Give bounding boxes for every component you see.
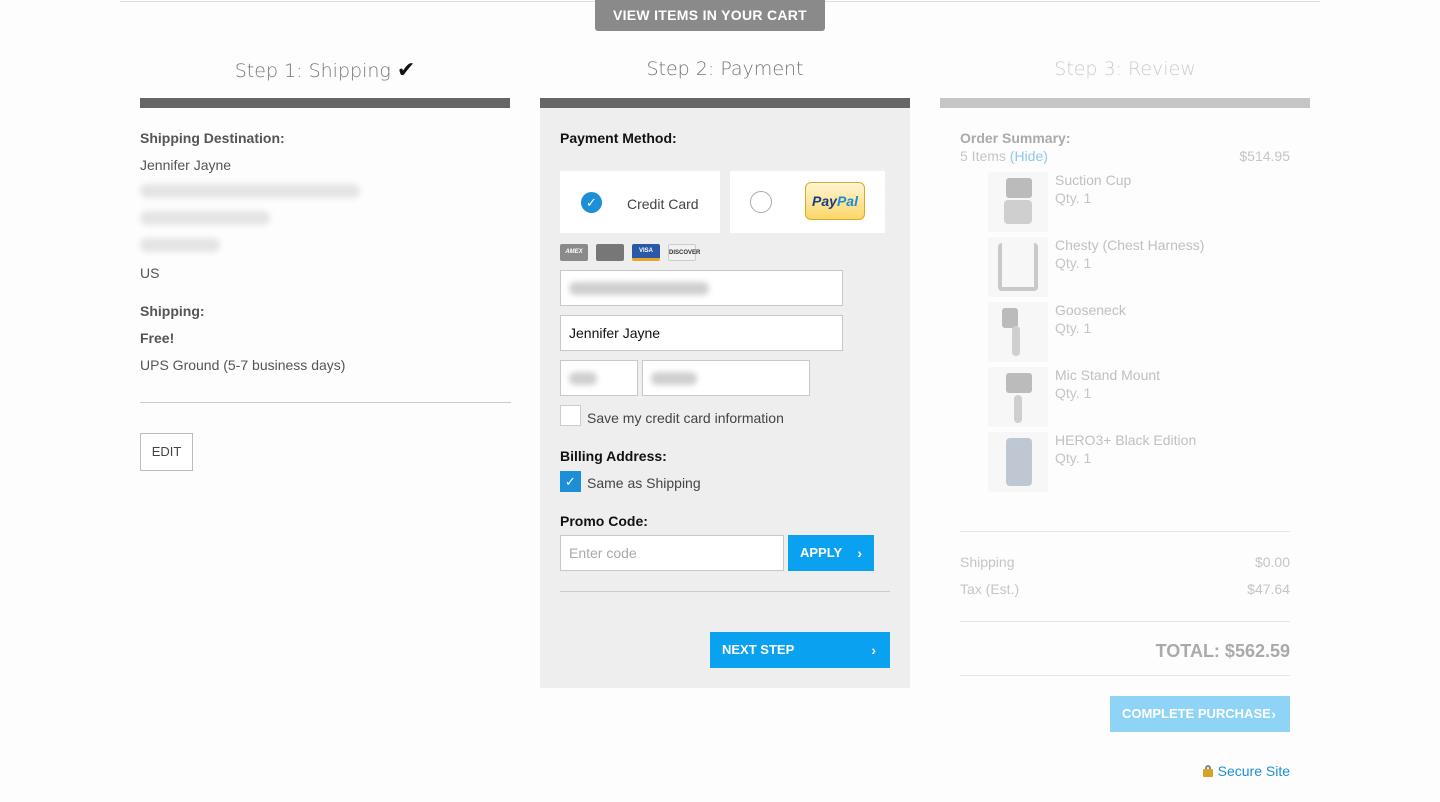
credit-card-option[interactable]: ✓ Credit Card	[560, 171, 720, 233]
step-3-progress-bar	[940, 98, 1310, 108]
step-2-progress-bar	[540, 98, 910, 108]
redacted-phone-line	[140, 238, 220, 252]
item-name: Mic Stand Mount	[1055, 367, 1161, 383]
checkout-page: VIEW ITEMS IN YOUR CART Step 1: Shipping…	[0, 0, 1440, 802]
promo-code-label: Promo Code:	[560, 513, 648, 529]
complete-purchase-button[interactable]: COMPLETE PURCHASE ›	[1110, 696, 1290, 732]
same-as-shipping-label[interactable]: Same as Shipping	[587, 475, 701, 491]
order-item: Chesty (Chest Harness) Qty. 1	[988, 237, 1288, 297]
redacted-city-line	[140, 211, 270, 225]
shipping-cost-label: Shipping	[960, 554, 1015, 570]
shipping-name: Jennifer Jayne	[140, 157, 232, 173]
paypal-logo: PayPal	[805, 182, 865, 220]
mastercard-card-icon	[596, 244, 624, 261]
shipping-country: US	[140, 265, 160, 281]
credit-card-label: Credit Card	[627, 196, 699, 212]
redacted-card-number	[569, 282, 709, 295]
order-item: Suction Cup Qty. 1	[988, 172, 1288, 232]
chevron-right-icon: ›	[871, 642, 876, 658]
shipping-method-label: Shipping:	[140, 303, 205, 319]
shipping-destination-label: Shipping Destination:	[140, 130, 285, 146]
shipping-divider	[140, 402, 511, 403]
gooseneck-thumbnail	[988, 302, 1048, 362]
paypal-option[interactable]: PayPal	[730, 171, 885, 233]
lock-icon	[1202, 765, 1213, 777]
shipping-cost-value: $0.00	[1254, 554, 1290, 570]
radio-empty-icon[interactable]	[750, 191, 772, 213]
redacted-cvv	[569, 372, 597, 385]
accepted-cards: AMEX VISA DISCOVER	[560, 244, 700, 261]
apply-promo-button[interactable]: APPLY ›	[788, 535, 874, 571]
item-name: Chesty (Chest Harness)	[1055, 237, 1205, 253]
chevron-right-icon: ›	[1271, 706, 1276, 722]
hide-items-link[interactable]: (Hide)	[1010, 148, 1048, 164]
item-qty: Qty. 1	[1055, 255, 1092, 271]
view-cart-button[interactable]: VIEW ITEMS IN YOUR CART	[595, 0, 825, 31]
complete-purchase-label: COMPLETE PURCHASE	[1122, 706, 1271, 721]
step-1-label: Step 1: Shipping	[234, 60, 391, 82]
summary-divider	[960, 621, 1290, 622]
order-item: Mic Stand Mount Qty. 1	[988, 367, 1288, 427]
item-name: HERO3+ Black Edition	[1055, 432, 1197, 448]
promo-code-input[interactable]: Enter code	[560, 535, 784, 571]
payment-method-label: Payment Method:	[560, 130, 677, 146]
visa-card-icon: VISA	[632, 244, 660, 261]
shipping-cost: Free!	[140, 330, 175, 346]
apply-label: APPLY	[800, 545, 843, 560]
step-1-progress-bar	[140, 98, 510, 108]
order-summary-label: Order Summary:	[960, 130, 1071, 146]
billing-address-label: Billing Address:	[560, 448, 667, 464]
radio-checked-icon[interactable]: ✓	[581, 192, 602, 213]
step-2-title: Step 2: Payment	[646, 58, 804, 80]
payment-divider	[560, 591, 890, 592]
order-item: Gooseneck Qty. 1	[988, 302, 1288, 362]
secure-site-label: Secure Site	[1217, 763, 1290, 779]
next-step-label: NEXT STEP	[722, 642, 795, 657]
same-as-shipping-checkbox[interactable]: ✓	[560, 471, 581, 492]
item-qty: Qty. 1	[1055, 190, 1092, 206]
order-item: HERO3+ Black Edition Qty. 1	[988, 432, 1288, 492]
summary-divider	[960, 675, 1290, 676]
summary-divider	[960, 531, 1290, 532]
tax-value: $47.64	[1247, 581, 1290, 597]
next-step-button[interactable]: NEXT STEP ›	[710, 632, 890, 668]
card-number-input[interactable]	[560, 270, 843, 306]
step-3-title: Step 3: Review	[1054, 58, 1196, 80]
cvv-input[interactable]	[560, 360, 638, 396]
mic-stand-mount-thumbnail	[988, 367, 1048, 427]
item-qty: Qty. 1	[1055, 320, 1092, 336]
save-card-checkbox[interactable]	[560, 405, 581, 426]
expiration-input[interactable]	[642, 360, 810, 396]
items-count: 5 Items (Hide)	[960, 148, 1048, 164]
hero3-thumbnail	[988, 432, 1048, 492]
shipping-method: UPS Ground (5-7 business days)	[140, 357, 346, 373]
item-name: Suction Cup	[1055, 172, 1132, 188]
discover-card-icon: DISCOVER	[668, 244, 700, 261]
suction-cup-thumbnail	[988, 172, 1048, 232]
edit-shipping-button[interactable]: EDIT	[140, 433, 193, 471]
item-qty: Qty. 1	[1055, 385, 1092, 401]
redacted-address-line	[140, 184, 360, 198]
redacted-expiration	[651, 372, 697, 385]
tax-label: Tax (Est.)	[960, 581, 1020, 597]
order-total: TOTAL: $562.59	[1155, 641, 1290, 661]
chest-harness-thumbnail	[988, 237, 1048, 297]
amex-card-icon: AMEX	[560, 244, 588, 261]
cardholder-name-input[interactable]: Jennifer Jayne	[560, 315, 843, 351]
checkmark-icon: ✔	[396, 58, 416, 83]
secure-site-link[interactable]: Secure Site	[1202, 763, 1290, 779]
item-qty: Qty. 1	[1055, 450, 1092, 466]
item-name: Gooseneck	[1055, 302, 1126, 318]
payment-panel: Payment Method: ✓ Credit Card PayPal AME…	[540, 108, 910, 688]
save-card-label[interactable]: Save my credit card information	[587, 410, 784, 426]
chevron-right-icon: ›	[857, 545, 862, 561]
items-subtotal: $514.95	[1239, 148, 1290, 164]
step-1-title[interactable]: Step 1: Shipping ✔	[140, 58, 510, 83]
